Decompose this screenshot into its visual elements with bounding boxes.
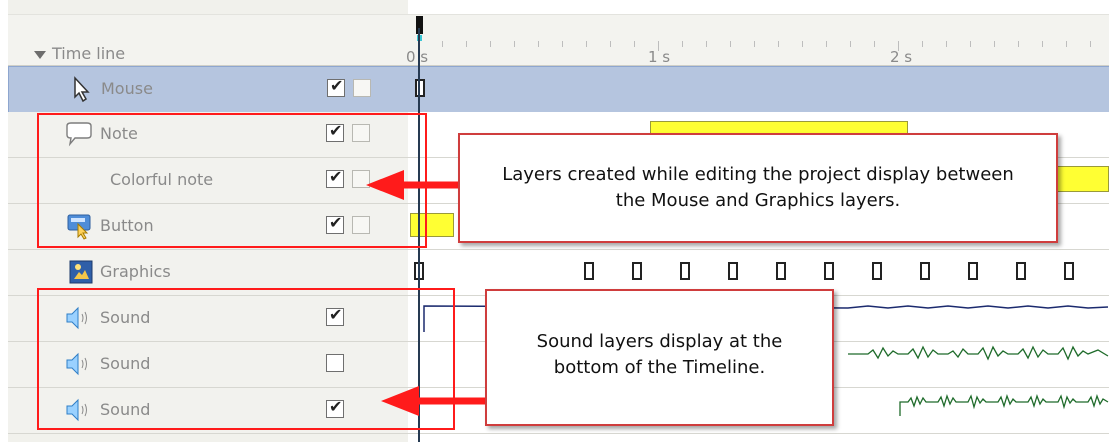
graphics-keyframe[interactable] bbox=[776, 262, 786, 280]
callout-text: Layers created while editing the project… bbox=[502, 164, 1014, 211]
layer-label: Mouse bbox=[101, 79, 153, 98]
graphics-keyframe[interactable] bbox=[968, 262, 978, 280]
layer-row-mouse[interactable]: Mouse ✔ bbox=[8, 66, 1109, 113]
mouse-cursor-icon bbox=[69, 75, 97, 103]
timeline-panel: Time line 0 s 1 s 2 s Mouse ✔ Note ✔ Col… bbox=[0, 0, 1109, 442]
graphics-keyframe[interactable] bbox=[872, 262, 882, 280]
graphics-keyframe[interactable] bbox=[584, 262, 594, 280]
callout-text: Sound layers display at the bottom of th… bbox=[536, 331, 783, 378]
callout-arrow-top bbox=[366, 170, 468, 200]
callout-created-layers: Layers created while editing the project… bbox=[458, 133, 1058, 243]
timeline-header: Time line 0 s 1 s 2 s bbox=[8, 14, 1109, 66]
graphics-keyframe[interactable] bbox=[728, 262, 738, 280]
layer-label: Graphics bbox=[100, 262, 171, 281]
tick-label-1s: 1 s bbox=[648, 48, 671, 66]
graphics-keyframe[interactable] bbox=[680, 262, 690, 280]
callout-arrow-bottom bbox=[381, 386, 487, 416]
graphics-layer-icon bbox=[68, 258, 96, 286]
collapse-triangle-icon[interactable] bbox=[34, 51, 46, 59]
lock-checkbox[interactable] bbox=[353, 79, 371, 97]
tick-label-2s: 2 s bbox=[890, 48, 913, 66]
graphics-keyframe[interactable] bbox=[1064, 262, 1074, 280]
graphics-keyframe[interactable] bbox=[632, 262, 642, 280]
timeline-title: Time line bbox=[52, 44, 126, 63]
graphics-keyframe[interactable] bbox=[824, 262, 834, 280]
graphics-keyframe[interactable] bbox=[920, 262, 930, 280]
colorful-note-clip[interactable] bbox=[1056, 166, 1109, 192]
visibility-checkbox[interactable]: ✔ bbox=[327, 76, 345, 97]
graphics-keyframe[interactable] bbox=[1016, 262, 1026, 280]
callout-sound-layers: Sound layers display at the bottom of th… bbox=[485, 289, 834, 426]
